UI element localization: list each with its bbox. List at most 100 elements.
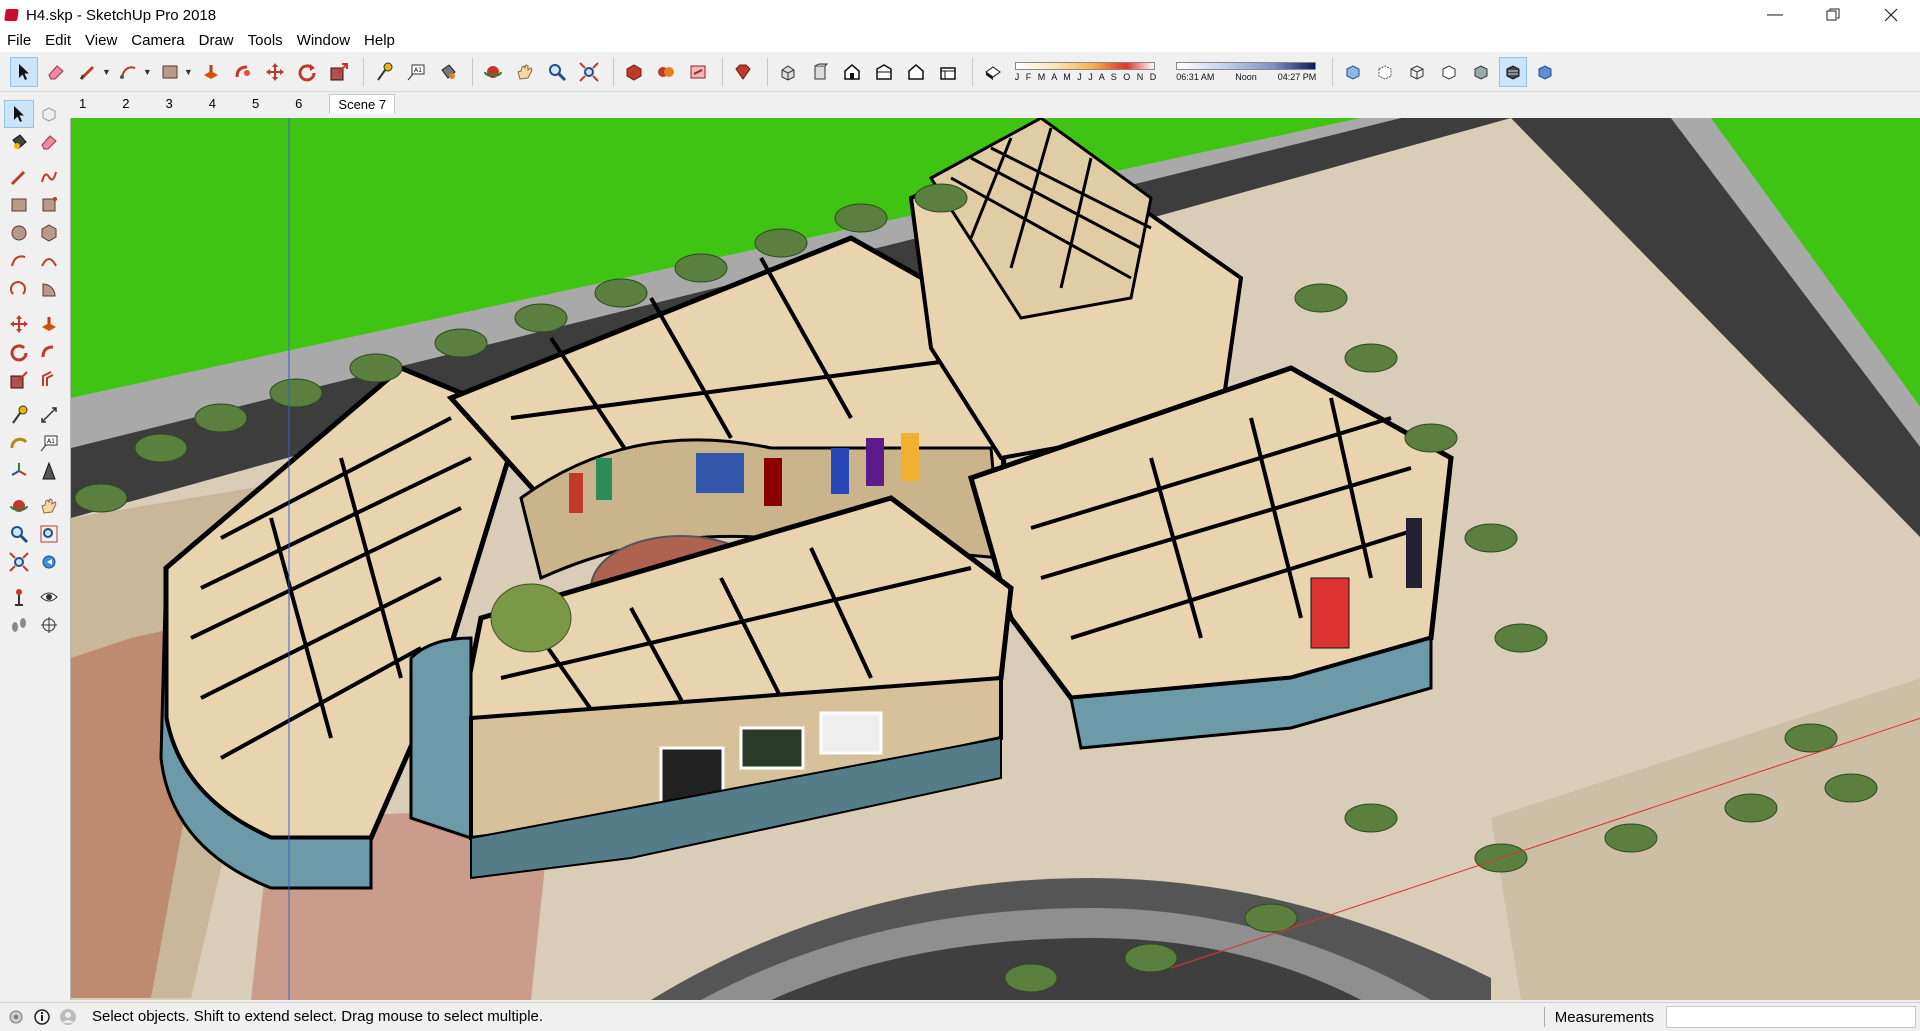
scene-tab-1[interactable]: 1 xyxy=(70,94,95,114)
menu-tools[interactable]: Tools xyxy=(241,30,290,52)
arc-tool-button[interactable] xyxy=(115,57,143,87)
3d-text-button[interactable] xyxy=(34,457,64,485)
back-view-button[interactable] xyxy=(902,57,930,87)
shape-dropdown-caret[interactable]: ▼ xyxy=(184,67,193,77)
orbit-button[interactable] xyxy=(4,492,34,520)
shaded-textures-button[interactable] xyxy=(1499,56,1528,87)
follow-me-button[interactable] xyxy=(34,338,64,366)
scale-tool-button[interactable] xyxy=(4,366,34,394)
shadows-toggle-button[interactable] xyxy=(979,57,1007,87)
iso-view-button[interactable] xyxy=(774,57,802,87)
look-around-button[interactable] xyxy=(34,583,64,611)
freehand-tool-button[interactable] xyxy=(34,163,64,191)
tape-measure-button[interactable] xyxy=(370,57,398,87)
shaded-button[interactable] xyxy=(1467,57,1495,87)
scale-tool-button[interactable] xyxy=(325,57,353,87)
walk-button[interactable] xyxy=(4,611,34,639)
front-view-button[interactable] xyxy=(838,57,866,87)
top-view-button[interactable] xyxy=(806,57,834,87)
ruby-console-button[interactable] xyxy=(729,57,757,87)
model-viewport[interactable] xyxy=(70,118,1920,1000)
rectangle-tool-button[interactable] xyxy=(4,191,34,219)
eraser-tool-button[interactable] xyxy=(42,57,70,87)
measurements-input[interactable] xyxy=(1666,1006,1916,1028)
zoom-window-button[interactable] xyxy=(34,520,64,548)
scene-tab-4[interactable]: 4 xyxy=(200,94,225,114)
shadow-date-widget[interactable]: J F M A M J J A S O N D xyxy=(1014,57,1159,87)
rotate-tool-button[interactable] xyxy=(4,338,34,366)
rectangle-tool-button[interactable] xyxy=(156,57,184,87)
right-view-button[interactable] xyxy=(870,57,898,87)
monochrome-button[interactable] xyxy=(1531,57,1559,87)
section-plane-button[interactable] xyxy=(34,611,64,639)
protractor-button[interactable] xyxy=(4,429,34,457)
dimension-tool-button[interactable] xyxy=(34,401,64,429)
back-edges-button[interactable] xyxy=(1371,57,1399,87)
pie-tool-button[interactable] xyxy=(34,275,64,303)
make-component-button[interactable] xyxy=(34,100,64,128)
left-view-button[interactable] xyxy=(934,57,962,87)
zoom-extents-button[interactable] xyxy=(575,57,603,87)
menu-file[interactable]: File xyxy=(0,30,38,52)
scene-tab-5[interactable]: 5 xyxy=(243,94,268,114)
circle-tool-button[interactable] xyxy=(4,219,34,247)
text-tool-button[interactable]: A1 xyxy=(402,57,430,87)
shadow-month-slider[interactable] xyxy=(1014,61,1155,70)
pan-button[interactable] xyxy=(34,492,64,520)
zoom-button[interactable] xyxy=(543,57,571,87)
scene-tab-6[interactable]: 6 xyxy=(286,94,311,114)
line-dropdown-caret[interactable]: ▼ xyxy=(102,67,111,77)
rotated-rectangle-button[interactable] xyxy=(34,191,64,219)
line-tool-button[interactable] xyxy=(4,163,34,191)
close-button[interactable] xyxy=(1862,0,1920,30)
rotate-tool-button[interactable] xyxy=(293,57,321,87)
paint-bucket-button[interactable] xyxy=(4,128,34,156)
three-point-arc-button[interactable] xyxy=(4,275,34,303)
geolocation-icon[interactable] xyxy=(6,1007,26,1027)
orbit-button[interactable] xyxy=(479,57,507,87)
two-point-arc-button[interactable] xyxy=(34,247,64,275)
minimize-button[interactable]: — xyxy=(1746,0,1804,30)
menu-edit[interactable]: Edit xyxy=(38,30,78,52)
axes-tool-button[interactable] xyxy=(4,457,34,485)
share-model-button[interactable] xyxy=(684,57,712,87)
tape-measure-button[interactable] xyxy=(4,401,34,429)
move-tool-button[interactable] xyxy=(4,310,34,338)
arc-dropdown-caret[interactable]: ▼ xyxy=(143,67,152,77)
menu-draw[interactable]: Draw xyxy=(192,30,241,52)
menu-camera[interactable]: Camera xyxy=(124,30,191,52)
text-tool-button[interactable]: A1 xyxy=(34,429,64,457)
wireframe-button[interactable] xyxy=(1403,57,1431,87)
polygon-tool-button[interactable] xyxy=(34,219,64,247)
scene-tab-7[interactable]: Scene 7 xyxy=(329,94,396,114)
position-camera-button[interactable] xyxy=(4,583,34,611)
offset-tool-button[interactable] xyxy=(34,366,64,394)
select-tool-button[interactable] xyxy=(4,100,34,128)
select-tool-button[interactable] xyxy=(10,56,38,87)
menu-help[interactable]: Help xyxy=(357,30,402,52)
zoom-extents-button[interactable] xyxy=(4,548,34,576)
menu-view[interactable]: View xyxy=(78,30,124,52)
extension-warehouse-button[interactable] xyxy=(652,57,680,87)
restore-button[interactable] xyxy=(1804,0,1862,30)
shadow-time-widget[interactable]: 06:31 AM Noon 04:27 PM xyxy=(1176,57,1317,87)
hidden-line-button[interactable] xyxy=(1435,57,1463,87)
paint-bucket-button[interactable] xyxy=(434,57,462,87)
info-icon[interactable] xyxy=(32,1007,52,1027)
menu-window[interactable]: Window xyxy=(290,30,357,52)
scene-tab-2[interactable]: 2 xyxy=(113,94,138,114)
eraser-tool-button[interactable] xyxy=(34,128,64,156)
shadow-time-slider[interactable] xyxy=(1176,61,1317,70)
3d-warehouse-button[interactable] xyxy=(620,57,648,87)
pan-button[interactable] xyxy=(511,57,539,87)
push-pull-button[interactable] xyxy=(197,57,225,87)
previous-view-button[interactable] xyxy=(34,548,64,576)
user-account-icon[interactable] xyxy=(58,1007,78,1027)
move-tool-button[interactable] xyxy=(261,57,289,87)
zoom-button[interactable] xyxy=(4,520,34,548)
push-pull-button[interactable] xyxy=(34,310,64,338)
line-tool-button[interactable] xyxy=(74,57,102,87)
arc-tool-button[interactable] xyxy=(4,247,34,275)
scene-tab-3[interactable]: 3 xyxy=(156,94,181,114)
xray-style-button[interactable] xyxy=(1339,57,1367,87)
